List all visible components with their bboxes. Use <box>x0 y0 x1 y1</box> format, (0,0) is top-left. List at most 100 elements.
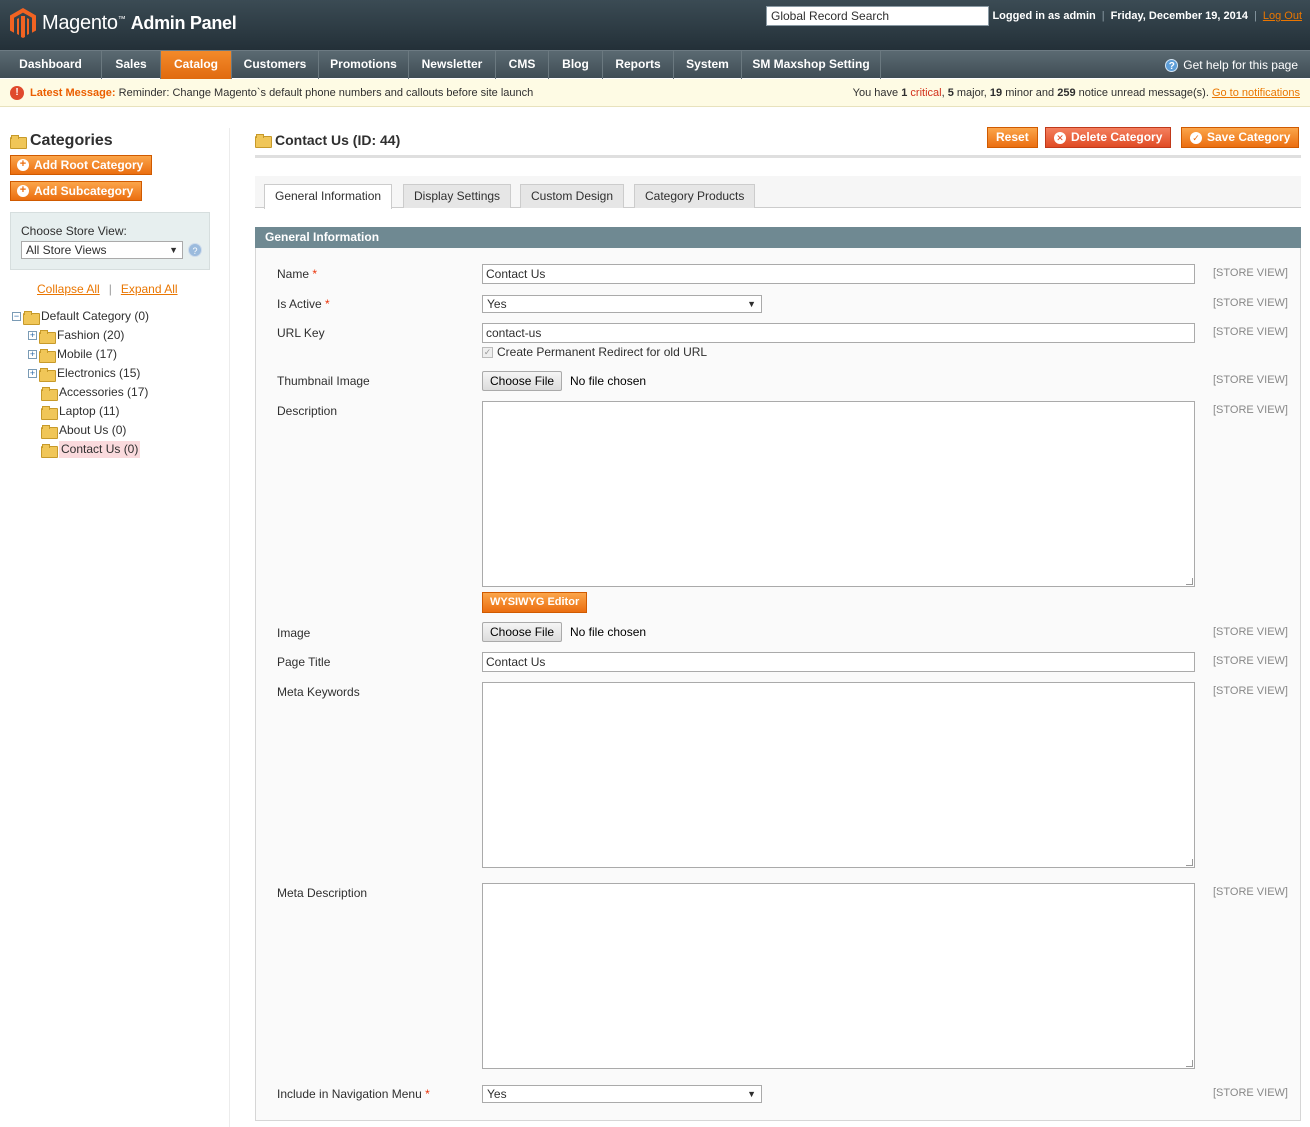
delete-category-button[interactable]: ✕ Delete Category <box>1045 127 1172 148</box>
tree-node-contact-us[interactable]: Contact Us (0) <box>41 441 141 458</box>
page-title-label: Page Title <box>277 655 331 669</box>
expand-icon[interactable]: + <box>28 331 37 340</box>
tree-controls: Collapse All | Expand All <box>37 282 178 296</box>
url-key-input[interactable] <box>482 323 1195 343</box>
collapse-all-link[interactable]: Collapse All <box>37 282 100 296</box>
is-active-select[interactable]: Yes ▼ <box>482 295 762 313</box>
folder-icon <box>10 135 27 149</box>
tab-general-information[interactable]: General Information <box>264 184 393 209</box>
description-textarea[interactable] <box>482 401 1195 587</box>
selected-node-label: Contact Us (0) <box>59 441 141 458</box>
thumbnail-choose-file-button[interactable]: Choose File <box>482 371 563 391</box>
expand-icon[interactable]: + <box>28 369 37 378</box>
nav-blog[interactable]: Blog <box>549 51 603 79</box>
go-to-notifications-link[interactable]: Go to notifications <box>1212 87 1300 99</box>
reset-button[interactable]: Reset <box>987 127 1038 148</box>
name-input[interactable] <box>482 264 1195 284</box>
folder-icon <box>41 386 58 401</box>
image-file-status: No file chosen <box>570 625 647 639</box>
help-link[interactable]: ? Get help for this page <box>1165 51 1298 79</box>
nav-sales[interactable]: Sales <box>102 51 161 79</box>
resize-handle-icon[interactable] <box>1186 578 1193 585</box>
logo[interactable]: Magento™ Admin Panel <box>10 8 237 38</box>
logout-link[interactable]: Log Out <box>1263 10 1302 22</box>
image-label: Image <box>277 626 311 640</box>
tree-node-electronics[interactable]: + Electronics (15) <box>28 365 140 382</box>
expand-icon[interactable]: + <box>28 350 37 359</box>
sidebar-divider <box>229 128 230 1127</box>
nav-dashboard[interactable]: Dashboard <box>0 51 102 79</box>
save-category-button[interactable]: ✓ Save Category <box>1181 127 1300 148</box>
store-view-label: Choose Store View: <box>21 224 127 238</box>
general-information-form: Name * [STORE VIEW] Is Active * Yes ▼ [S… <box>255 248 1301 1121</box>
meta-description-label: Meta Description <box>277 886 368 900</box>
add-subcategory-button[interactable]: + Add Subcategory <box>10 181 143 201</box>
nav-system[interactable]: System <box>674 51 742 79</box>
expand-all-link[interactable]: Expand All <box>121 282 178 296</box>
url-key-label: URL Key <box>277 326 325 340</box>
resize-handle-icon[interactable] <box>1186 1060 1193 1067</box>
dropdown-arrow-icon: ▼ <box>747 299 756 309</box>
wysiwyg-editor-button[interactable]: WYSIWYG Editor <box>482 592 588 613</box>
page-title-input[interactable] <box>482 652 1195 672</box>
tab-category-products[interactable]: Category Products <box>634 184 756 208</box>
tree-node-accessories[interactable]: Accessories (17) <box>41 384 148 401</box>
resize-handle-icon[interactable] <box>1186 859 1193 866</box>
plus-icon: + <box>17 159 29 171</box>
header-user-info: Logged in as admin | Friday, December 19… <box>992 10 1302 22</box>
meta-keywords-textarea[interactable] <box>482 682 1195 868</box>
description-label: Description <box>277 404 338 418</box>
collapse-icon[interactable]: − <box>12 312 21 321</box>
scope-label: [STORE VIEW] <box>1213 297 1288 309</box>
nav-customers[interactable]: Customers <box>232 51 319 79</box>
add-root-category-button[interactable]: + Add Root Category <box>10 155 153 175</box>
store-view-select[interactable]: All Store Views ▼ <box>21 241 183 259</box>
meta-description-textarea[interactable] <box>482 883 1195 1069</box>
folder-icon <box>41 424 58 439</box>
meta-keywords-label: Meta Keywords <box>277 685 360 699</box>
folder-icon <box>41 443 58 458</box>
tab-display-settings[interactable]: Display Settings <box>403 184 512 208</box>
store-view-switcher: Choose Store View: All Store Views ▼ ? <box>10 212 210 270</box>
notification-summary: You have 1 critical, 5 major, 19 minor a… <box>852 87 1300 99</box>
tree-node-default-category[interactable]: − Default Category (0) <box>12 308 149 325</box>
name-label: Name * <box>277 267 318 281</box>
scope-label: [STORE VIEW] <box>1213 326 1288 338</box>
dropdown-arrow-icon: ▼ <box>169 245 178 255</box>
scope-label: [STORE VIEW] <box>1213 267 1288 279</box>
thumbnail-file-status: No file chosen <box>570 374 647 388</box>
page-header: Contact Us (ID: 44) Reset ✕ Delete Categ… <box>255 127 1301 158</box>
image-choose-file-button[interactable]: Choose File <box>482 622 563 642</box>
scope-label: [STORE VIEW] <box>1213 1087 1288 1099</box>
help-icon[interactable]: ? <box>188 243 202 257</box>
plus-icon: + <box>17 185 29 197</box>
nav-cms[interactable]: CMS <box>496 51 549 79</box>
scope-label: [STORE VIEW] <box>1213 404 1288 416</box>
logo-text: Magento™ Admin Panel <box>42 11 237 34</box>
include-in-nav-select[interactable]: Yes ▼ <box>482 1085 762 1103</box>
help-icon: ? <box>1165 58 1179 72</box>
nav-promotions[interactable]: Promotions <box>319 51 409 79</box>
scope-label: [STORE VIEW] <box>1213 374 1288 386</box>
tree-node-mobile[interactable]: + Mobile (17) <box>28 346 117 363</box>
sidebar-title: Categories <box>10 132 113 150</box>
nav-menu-label: Include in Navigation Menu * <box>277 1087 430 1101</box>
folder-icon <box>39 348 56 363</box>
nav-catalog[interactable]: Catalog <box>161 51 232 79</box>
tab-custom-design[interactable]: Custom Design <box>520 184 625 208</box>
nav-newsletter[interactable]: Newsletter <box>409 51 496 79</box>
nav-sm-maxshop[interactable]: SM Maxshop Setting <box>742 51 881 79</box>
nav-reports[interactable]: Reports <box>603 51 674 79</box>
dropdown-arrow-icon: ▼ <box>747 1089 756 1099</box>
tree-node-laptop[interactable]: Laptop (11) <box>41 403 120 420</box>
date-text: Friday, December 19, 2014 <box>1110 10 1248 22</box>
folder-icon <box>39 329 56 344</box>
tree-node-about-us[interactable]: About Us (0) <box>41 422 126 439</box>
page-title: Contact Us (ID: 44) <box>255 132 400 148</box>
tree-node-fashion[interactable]: + Fashion (20) <box>28 327 124 344</box>
logged-in-text: Logged in as admin <box>992 10 1096 22</box>
permanent-redirect-checkbox[interactable]: ✓ <box>482 346 493 358</box>
global-search-input[interactable] <box>766 6 989 26</box>
alert-icon: ! <box>10 86 24 100</box>
section-header: General Information <box>255 227 1301 248</box>
